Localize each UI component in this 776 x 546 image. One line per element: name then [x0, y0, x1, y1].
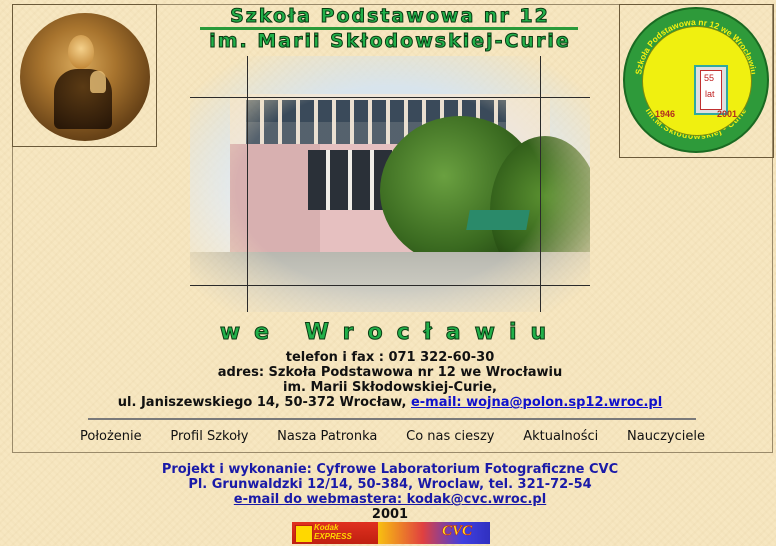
logo-inner-disc: 55 lat 1946 2001	[642, 26, 752, 136]
logo-year-end: 2001	[717, 109, 738, 119]
nav-item-school-profile[interactable]: Profil Szkoły	[170, 429, 248, 444]
credits-webmaster: e-mail do webmastera: kodak@cvc.wroc.pl	[80, 492, 700, 507]
nav-item-patron[interactable]: Nasza Patronka	[277, 429, 377, 444]
kodak-k-icon	[295, 525, 313, 543]
school-patron-title: im. Marii Skłodowskiej-Curie	[209, 30, 571, 53]
phone-fax: telefon i fax : 071 322-60-30	[285, 350, 495, 365]
express-text: EXPRESS	[314, 532, 352, 541]
logo-years-number: 55	[704, 73, 715, 83]
photo-frame-line	[247, 56, 248, 312]
nav-item-news[interactable]: Aktualności	[523, 429, 598, 444]
kodak-cvc-banner[interactable]: Kodak EXPRESS CVC	[292, 522, 490, 544]
photo-frame-line	[540, 56, 541, 312]
patron-portrait-image	[20, 13, 150, 141]
divider	[88, 418, 696, 420]
kodak-express-logo: Kodak EXPRESS	[292, 522, 378, 544]
nav-item-teachers[interactable]: Nauczyciele	[627, 429, 705, 444]
school-title: Szkoła Podstawowa nr 12	[230, 5, 550, 28]
door-icon: 55 lat	[694, 65, 728, 115]
photo-frame-line	[190, 97, 590, 98]
photo-frame-line	[190, 285, 590, 286]
cvc-logo-text: CVC	[442, 523, 473, 540]
kodak-text: Kodak	[314, 523, 339, 532]
rainbow-stripe	[378, 522, 490, 544]
logo-years-label: lat	[705, 89, 715, 99]
credits-line2: Pl. Grunwaldzki 12/14, 50-384, Wroclaw, …	[188, 477, 592, 492]
school-email-link[interactable]: e-mail: wojna@polon.sp12.wroc.pl	[411, 395, 662, 410]
address-line2: im. Marii Skłodowskiej-Curie,	[283, 380, 497, 395]
logo-year-start: 1946	[655, 109, 676, 119]
school-building-photo	[190, 56, 590, 312]
school-anniversary-logo: Szkoła Podstawowa nr 12 we Wrocławiu im.…	[623, 7, 769, 153]
credits-line1: Projekt i wykonanie: Cyfrowe Laboratoriu…	[161, 462, 619, 477]
nav-item-location[interactable]: Położenie	[80, 429, 142, 444]
main-nav: Położenie Profil Szkoły Nasza Patronka C…	[80, 429, 705, 444]
address-street: ul. Janiszewskiego 14, 50-372 Wrocław,	[117, 395, 407, 410]
address-street-line: ul. Janiszewskiego 14, 50-372 Wrocław, e…	[80, 395, 700, 410]
city-heading: we Wrocławiu	[219, 320, 561, 346]
webmaster-email-link[interactable]: e-mail do webmastera: kodak@cvc.wroc.pl	[234, 492, 546, 507]
address-line1: adres: Szkoła Podstawowa nr 12 we Wrocła…	[217, 365, 563, 380]
nav-item-highlights[interactable]: Co nas cieszy	[406, 429, 494, 444]
credits-year: 2001	[371, 507, 409, 522]
